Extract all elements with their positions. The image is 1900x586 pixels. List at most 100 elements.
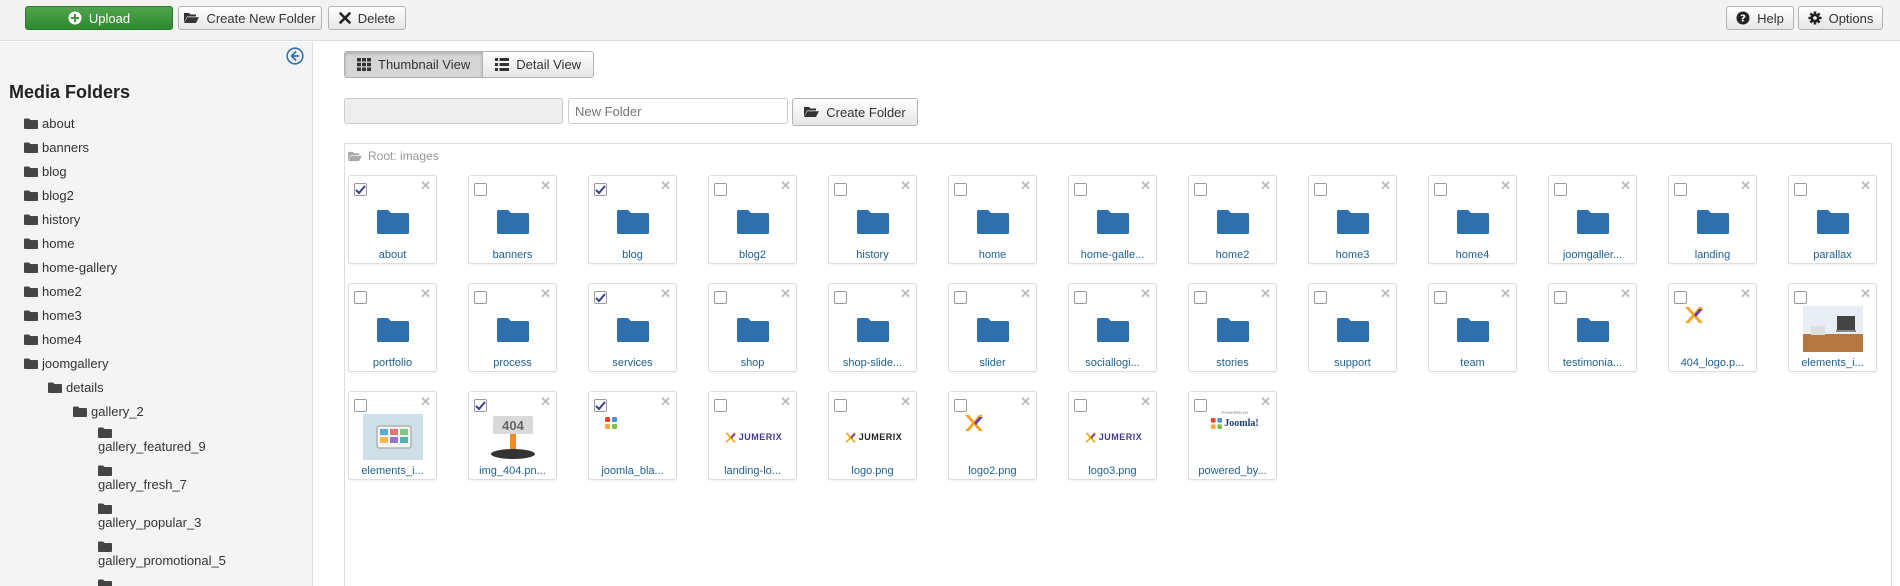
- select-checkbox[interactable]: [1314, 291, 1327, 304]
- delete-icon[interactable]: ✕: [900, 179, 911, 192]
- folder-tile[interactable]: ✕ landing: [1668, 175, 1757, 264]
- delete-icon[interactable]: ✕: [1620, 179, 1631, 192]
- select-checkbox[interactable]: [1074, 399, 1087, 412]
- tree-item[interactable]: details: [48, 380, 104, 395]
- select-checkbox[interactable]: [1434, 291, 1447, 304]
- folder-tile[interactable]: ✕ services: [588, 283, 677, 372]
- select-checkbox[interactable]: [354, 291, 367, 304]
- image-tile[interactable]: ✕ elements_i...: [1788, 283, 1877, 372]
- select-checkbox[interactable]: [1554, 183, 1567, 196]
- folder-tile[interactable]: ✕ portfolio: [348, 283, 437, 372]
- delete-icon[interactable]: ✕: [540, 287, 551, 300]
- options-button[interactable]: Options: [1798, 6, 1883, 30]
- delete-icon[interactable]: ✕: [540, 395, 551, 408]
- folder-tile[interactable]: ✕ shop-slide...: [828, 283, 917, 372]
- image-tile[interactable]: ✕ joomla_bla...: [588, 391, 677, 480]
- folder-path-field[interactable]: [344, 98, 563, 124]
- delete-icon[interactable]: ✕: [1140, 287, 1151, 300]
- select-checkbox[interactable]: [1794, 183, 1807, 196]
- new-folder-input[interactable]: [568, 98, 788, 124]
- folder-tile[interactable]: ✕ process: [468, 283, 557, 372]
- tree-item[interactable]: blog: [24, 164, 67, 179]
- folder-tile[interactable]: ✕ parallax: [1788, 175, 1877, 264]
- folder-tile[interactable]: ✕ sociallogi...: [1068, 283, 1157, 372]
- select-checkbox[interactable]: [474, 183, 487, 196]
- delete-icon[interactable]: ✕: [1860, 287, 1871, 300]
- folder-tile[interactable]: ✕ home4: [1428, 175, 1517, 264]
- delete-icon[interactable]: ✕: [1500, 287, 1511, 300]
- delete-icon[interactable]: ✕: [1740, 179, 1751, 192]
- image-tile[interactable]: ✕ JUMERIX logo.png: [828, 391, 917, 480]
- image-tile[interactable]: ✕ JUMERIX landing-lo...: [708, 391, 797, 480]
- create-new-folder-button[interactable]: Create New Folder: [178, 6, 322, 30]
- delete-button[interactable]: Delete: [328, 6, 406, 30]
- folder-tile[interactable]: ✕ stories: [1188, 283, 1277, 372]
- select-checkbox[interactable]: [1674, 291, 1687, 304]
- image-tile[interactable]: ✕ 404_logo.p...: [1668, 283, 1757, 372]
- folder-tile[interactable]: ✕ home: [948, 175, 1037, 264]
- select-checkbox[interactable]: [594, 291, 607, 304]
- select-checkbox[interactable]: [1434, 183, 1447, 196]
- delete-icon[interactable]: ✕: [1860, 179, 1871, 192]
- tree-item[interactable]: gallery_popular_3: [98, 503, 201, 530]
- delete-icon[interactable]: ✕: [660, 179, 671, 192]
- select-checkbox[interactable]: [1074, 291, 1087, 304]
- delete-icon[interactable]: ✕: [780, 179, 791, 192]
- select-checkbox[interactable]: [954, 399, 967, 412]
- delete-icon[interactable]: ✕: [1020, 287, 1031, 300]
- delete-icon[interactable]: ✕: [420, 395, 431, 408]
- tree-item[interactable]: home2: [24, 284, 82, 299]
- delete-icon[interactable]: ✕: [1020, 179, 1031, 192]
- select-checkbox[interactable]: [594, 183, 607, 196]
- folder-tile[interactable]: ✕ banners: [468, 175, 557, 264]
- tree-item[interactable]: about: [24, 116, 75, 131]
- image-tile[interactable]: ✕ POWERED BY Joomla! powered_by...: [1188, 391, 1277, 480]
- folder-tile[interactable]: ✕ blog: [588, 175, 677, 264]
- select-checkbox[interactable]: [474, 291, 487, 304]
- select-checkbox[interactable]: [1194, 291, 1207, 304]
- select-checkbox[interactable]: [1314, 183, 1327, 196]
- delete-icon[interactable]: ✕: [900, 395, 911, 408]
- delete-icon[interactable]: ✕: [1020, 395, 1031, 408]
- tree-item[interactable]: home: [24, 236, 75, 251]
- create-folder-button[interactable]: Create Folder: [792, 98, 918, 126]
- select-checkbox[interactable]: [354, 399, 367, 412]
- delete-icon[interactable]: ✕: [1380, 179, 1391, 192]
- upload-button[interactable]: Upload: [25, 6, 173, 30]
- select-checkbox[interactable]: [1674, 183, 1687, 196]
- image-tile[interactable]: ✕ JUMERIX logo3.png: [1068, 391, 1157, 480]
- tree-item[interactable]: home4: [24, 332, 82, 347]
- select-checkbox[interactable]: [474, 399, 487, 412]
- delete-icon[interactable]: ✕: [1740, 287, 1751, 300]
- delete-icon[interactable]: ✕: [1260, 395, 1271, 408]
- delete-icon[interactable]: ✕: [780, 395, 791, 408]
- delete-icon[interactable]: ✕: [660, 287, 671, 300]
- tree-item[interactable]: blog2: [24, 188, 74, 203]
- image-tile[interactable]: ✕ elements_i...: [348, 391, 437, 480]
- delete-icon[interactable]: ✕: [900, 287, 911, 300]
- tree-item[interactable]: history: [24, 212, 80, 227]
- thumbnail-view-button[interactable]: Thumbnail View: [344, 51, 484, 78]
- delete-icon[interactable]: ✕: [1140, 395, 1151, 408]
- select-checkbox[interactable]: [594, 399, 607, 412]
- tree-item[interactable]: gallery_fresh_7: [98, 465, 187, 492]
- help-button[interactable]: ? Help: [1726, 6, 1794, 30]
- image-tile[interactable]: ✕ 404 img_404.pn...: [468, 391, 557, 480]
- select-checkbox[interactable]: [1794, 291, 1807, 304]
- select-checkbox[interactable]: [1554, 291, 1567, 304]
- folder-tile[interactable]: ✕ slider: [948, 283, 1037, 372]
- select-checkbox[interactable]: [1074, 183, 1087, 196]
- collapse-sidebar-icon[interactable]: [286, 47, 304, 65]
- folder-tile[interactable]: ✕ home2: [1188, 175, 1277, 264]
- folder-tile[interactable]: ✕ support: [1308, 283, 1397, 372]
- select-checkbox[interactable]: [834, 183, 847, 196]
- tree-item[interactable]: home3: [24, 308, 82, 323]
- select-checkbox[interactable]: [954, 291, 967, 304]
- select-checkbox[interactable]: [714, 399, 727, 412]
- select-checkbox[interactable]: [834, 291, 847, 304]
- delete-icon[interactable]: ✕: [1380, 287, 1391, 300]
- select-checkbox[interactable]: [714, 183, 727, 196]
- delete-icon[interactable]: ✕: [780, 287, 791, 300]
- folder-tile[interactable]: ✕ blog2: [708, 175, 797, 264]
- delete-icon[interactable]: ✕: [420, 287, 431, 300]
